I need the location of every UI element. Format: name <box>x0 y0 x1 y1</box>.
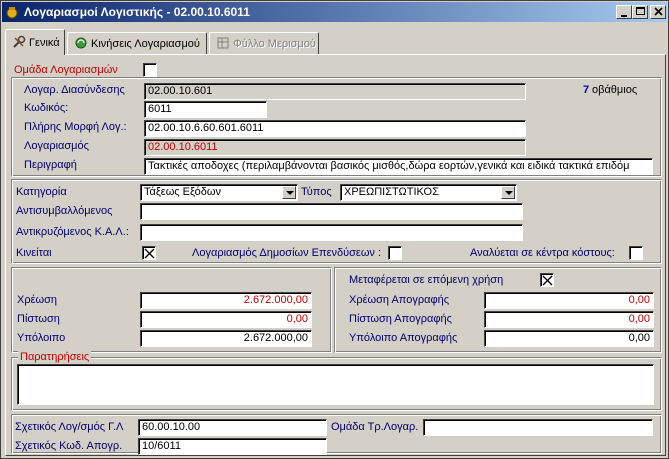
close-icon <box>653 7 663 16</box>
full-form-field[interactable]: 02.00.10.6.60.601.6011 <box>144 120 526 137</box>
related-inv-code-input[interactable]: 10/6011 <box>138 438 327 455</box>
category-select[interactable]: Τάξεως Εξόδων <box>140 184 298 201</box>
type-select[interactable]: ΧΡΕΩΠΙΣΤΩΤΙΚΟΣ <box>340 184 517 201</box>
type-label: Τύπος <box>301 186 332 198</box>
window-title: Λογαριασμοί Λογιστικής - 02.00.10.6011 <box>24 5 250 19</box>
inv-balance-field: 0,00 <box>484 330 654 347</box>
credit-field: 0,00 <box>140 311 312 328</box>
tab-allocation-sheet-label: Φύλλο Μερισμού <box>233 38 316 50</box>
related-group: Σχετικός Λογ/σμός Γ.Λ 60.00.10.00 Ομάδα … <box>11 414 662 455</box>
inv-debit-field: 0,00 <box>484 292 654 309</box>
balances-group: Χρέωση 2.672.000,00 Πίστωση 0,00 Υπόλοιπ… <box>11 267 332 353</box>
category-value: Τάξεως Εξόδων <box>144 186 221 198</box>
code-input[interactable]: 6011 <box>144 101 267 118</box>
close-button[interactable] <box>650 5 666 19</box>
code-label: Κωδικός: <box>24 102 69 114</box>
movable-label: Κινείται <box>16 247 52 259</box>
public-invest-checkbox[interactable] <box>388 246 402 260</box>
account-field: 02.00.10.6011 <box>144 139 526 156</box>
refresh-icon <box>75 37 87 49</box>
inv-credit-field: 0,00 <box>484 311 654 328</box>
debit-label: Χρέωση <box>17 294 57 306</box>
check-x-icon <box>144 248 155 259</box>
public-invest-label: Λογαριασμός Δημοσίων Επενδύσεων : <box>192 247 382 259</box>
minimize-icon <box>621 15 627 17</box>
counterparty-input[interactable] <box>140 203 523 220</box>
counterparty-label: Αντισυμβαλλόμενος <box>16 205 113 217</box>
check-x-icon <box>542 275 553 286</box>
group-accounts-label: Ομάδα Λογαριασμών <box>14 64 118 76</box>
title-bar[interactable]: Λογαριασμοί Λογιστικής - 02.00.10.6011 <box>2 2 667 22</box>
tab-account-movements[interactable]: Κινήσεις Λογαριασμού <box>67 32 207 54</box>
maximize-icon <box>635 7 645 15</box>
tab-panel-general: Ομάδα Λογαριασμών Λογαρ. Διασύνδεσης 02.… <box>5 54 666 456</box>
minimize-button[interactable] <box>616 5 632 19</box>
related-gl-label: Σχετικός Λογ/σμός Γ.Λ <box>15 421 124 433</box>
account-window: Λογαριασμοί Λογιστικής - 02.00.10.6011 Γ… <box>0 0 669 459</box>
type-dropdown-icon[interactable] <box>501 186 515 199</box>
group-accounts-checkbox[interactable] <box>143 63 157 77</box>
cost-centers-checkbox[interactable] <box>629 246 643 260</box>
tab-account-movements-label: Κινήσεις Λογαριασμού <box>91 38 200 50</box>
inv-credit-label: Πίστωση Απογραφής <box>349 313 452 325</box>
level-text: οβάθμιος <box>592 84 638 96</box>
credit-label: Πίστωση <box>17 313 60 325</box>
type-value: ΧΡΕΩΠΙΣΤΩΤΙΚΟΣ <box>344 186 439 198</box>
link-account-field: 02.00.10.601 <box>144 83 526 100</box>
debit-field: 2.672.000,00 <box>140 292 312 309</box>
link-account-label: Λογαρ. Διασύνδεσης <box>24 84 125 96</box>
related-inv-code-label: Σχετικός Κωδ. Απογρ. <box>15 440 123 452</box>
general-info-group: Λογαρ. Διασύνδεσης 02.00.10.601 7 οβάθμι… <box>11 77 662 177</box>
related-gl-input[interactable]: 60.00.10.00 <box>138 419 327 436</box>
description-input[interactable]: Τακτικές αποδοχες (περιλαμβάνονται βασικ… <box>144 158 653 175</box>
remarks-legend: Παρατηρήσεις <box>18 351 92 363</box>
account-label: Λογαριασμός <box>24 140 89 152</box>
balance-label: Υπόλοιπο <box>17 332 66 344</box>
category-label: Κατηγορία <box>16 186 67 198</box>
sheet-icon <box>217 37 229 49</box>
app-icon <box>6 7 18 19</box>
carry-forward-checkbox[interactable] <box>540 273 554 287</box>
tr-group-input[interactable] <box>423 419 653 436</box>
remarks-textarea[interactable] <box>17 364 654 405</box>
remarks-group <box>11 357 662 411</box>
tools-icon <box>13 35 26 48</box>
tab-general[interactable]: Γενικά <box>5 29 65 55</box>
level-number: 7 <box>583 84 590 96</box>
inventory-group: Μεταφέρεται σε επόμενη χρήση Χρέωση Απογ… <box>334 267 662 353</box>
cost-centers-label: Αναλύεται σε κέντρα κόστους: <box>470 247 615 259</box>
counter-kal-input[interactable] <box>140 224 523 241</box>
balance-field: 2.672.000,00 <box>140 330 312 347</box>
maximize-button[interactable] <box>632 5 648 19</box>
classification-group: Κατηγορία Τάξεως Εξόδων Τύπος ΧΡΕΩΠΙΣΤΩΤ… <box>11 179 662 264</box>
inv-balance-label: Υπόλοιπο Απογραφής <box>349 332 458 344</box>
tab-general-label: Γενικά <box>29 37 60 49</box>
category-dropdown-icon[interactable] <box>282 186 296 199</box>
inv-debit-label: Χρέωση Απογραφής <box>349 294 449 306</box>
description-label: Περιγραφή <box>24 159 77 171</box>
counter-kal-label: Αντικρυζόμενος Κ.Α.Λ.: <box>16 226 129 238</box>
movable-checkbox[interactable] <box>142 246 156 260</box>
tr-group-label: Ομάδα Τρ.Λογαρ. <box>331 421 419 433</box>
carry-forward-label: Μεταφέρεται σε επόμενη χρήση <box>349 274 504 286</box>
full-form-label: Πλήρης Μορφή Λογ.: <box>24 121 127 133</box>
tab-allocation-sheet[interactable]: Φύλλο Μερισμού <box>209 32 319 54</box>
